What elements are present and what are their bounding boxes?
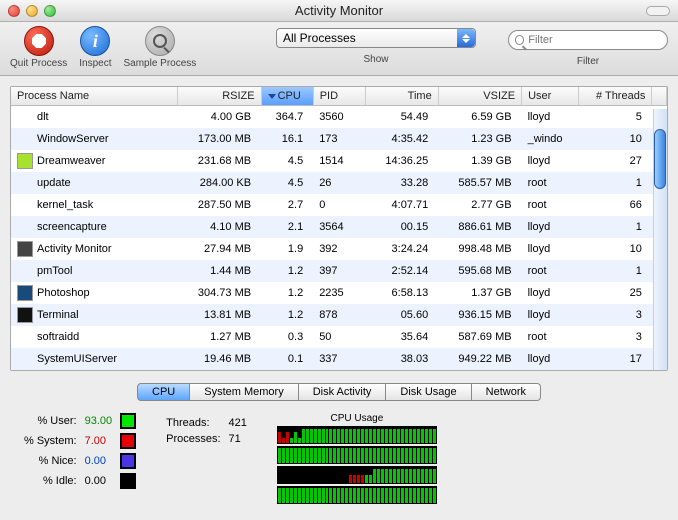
- cpu-core-graph-2: [277, 466, 437, 484]
- processes-value: 71: [229, 433, 247, 445]
- table-row[interactable]: Photoshop304.73 MB1.222356:58.131.37 GBl…: [11, 282, 667, 304]
- threads-value: 421: [229, 417, 247, 429]
- col-process-name[interactable]: Process Name: [11, 87, 178, 106]
- table-row[interactable]: softraidd1.27 MB0.35035.64587.69 MBroot3: [11, 326, 667, 348]
- nice-color-swatch: [120, 453, 136, 469]
- col-time[interactable]: Time: [365, 87, 438, 106]
- process-icon: [17, 109, 33, 125]
- system-color-swatch: [120, 433, 136, 449]
- process-filter-value: All Processes: [283, 31, 356, 45]
- process-table: Process Name RSIZE CPU PID Time VSIZE Us…: [10, 86, 668, 371]
- vertical-scrollbar[interactable]: [653, 109, 667, 370]
- col-threads[interactable]: # Threads: [579, 87, 652, 106]
- idle-color-swatch: [120, 473, 136, 489]
- table-row[interactable]: pmTool1.44 MB1.23972:52.14595.68 MBroot1: [11, 260, 667, 282]
- process-filter-select[interactable]: All Processes: [276, 28, 476, 48]
- tab-system-memory[interactable]: System Memory: [190, 383, 298, 401]
- sample-process-label: Sample Process: [124, 58, 197, 69]
- processes-label: Processes:: [166, 433, 220, 445]
- col-pid[interactable]: PID: [313, 87, 365, 106]
- zoom-icon[interactable]: [44, 5, 56, 17]
- table-row[interactable]: Activity Monitor27.94 MB1.93923:24.24998…: [11, 238, 667, 260]
- select-arrows-icon: [457, 29, 475, 47]
- process-icon: [17, 219, 33, 235]
- inspect-label: Inspect: [79, 58, 111, 69]
- process-icon: [17, 241, 33, 257]
- search-input[interactable]: [528, 34, 661, 46]
- quit-process-label: Quit Process: [10, 58, 67, 69]
- search-icon: [515, 35, 524, 45]
- filter-section-label: Filter: [577, 56, 599, 67]
- quit-process-button[interactable]: Quit Process: [10, 26, 67, 69]
- minimize-icon[interactable]: [26, 5, 38, 17]
- window-titlebar: Activity Monitor: [0, 0, 678, 22]
- tab-disk-usage[interactable]: Disk Usage: [386, 383, 471, 401]
- tab-disk-activity[interactable]: Disk Activity: [299, 383, 387, 401]
- bottom-tabs: CPUSystem MemoryDisk ActivityDisk UsageN…: [0, 383, 678, 401]
- process-icon: [17, 263, 33, 279]
- table-row[interactable]: update284.00 KB4.52633.28585.57 MBroot1: [11, 172, 667, 194]
- table-row[interactable]: screencapture4.10 MB2.1356400.15886.61 M…: [11, 216, 667, 238]
- col-vsize[interactable]: VSIZE: [438, 87, 521, 106]
- process-icon: [17, 351, 33, 367]
- process-icon: [17, 197, 33, 213]
- cpu-core-graph-3: [277, 486, 437, 504]
- process-icon: [17, 153, 33, 169]
- process-icon: [17, 307, 33, 323]
- col-user[interactable]: User: [522, 87, 579, 106]
- process-icon: [17, 131, 33, 147]
- scrollbar-thumb[interactable]: [654, 129, 666, 189]
- cpu-core-graph-0: [277, 426, 437, 444]
- toolbar: Quit Process i Inspect Sample Process Al…: [0, 22, 678, 76]
- nice-pct-label: % Nice:: [24, 455, 77, 467]
- user-color-swatch: [120, 413, 136, 429]
- user-pct-label: % User:: [24, 415, 77, 427]
- scrollbar-header: [652, 87, 667, 106]
- sample-icon: [145, 26, 175, 56]
- inspect-button[interactable]: i Inspect: [79, 26, 111, 69]
- col-rsize[interactable]: RSIZE: [178, 87, 261, 106]
- idle-pct-value: 0.00: [85, 475, 113, 487]
- sort-desc-icon: [268, 94, 276, 99]
- system-pct-value: 7.00: [85, 435, 113, 447]
- show-section-label: Show: [363, 54, 388, 65]
- process-icon: [17, 175, 33, 191]
- table-row[interactable]: SystemUIServer19.46 MB0.133738.03949.22 …: [11, 348, 667, 370]
- search-field[interactable]: [508, 30, 668, 50]
- table-row[interactable]: Terminal13.81 MB1.287805.60936.15 MBlloy…: [11, 304, 667, 326]
- cpu-usage-label: CPU Usage: [277, 413, 437, 424]
- table-row[interactable]: WindowServer173.00 MB16.11734:35.421.23 …: [11, 128, 667, 150]
- threads-label: Threads:: [166, 417, 220, 429]
- close-icon[interactable]: [8, 5, 20, 17]
- process-icon: [17, 285, 33, 301]
- nice-pct-value: 0.00: [85, 455, 113, 467]
- table-row[interactable]: kernel_task287.50 MB2.704:07.712.77 GBro…: [11, 194, 667, 216]
- user-pct-value: 93.00: [85, 415, 113, 427]
- tab-network[interactable]: Network: [472, 383, 541, 401]
- cpu-stats-pane: % User: 93.00 % System: 7.00 % Nice: 0.0…: [0, 409, 678, 514]
- traffic-lights: [8, 5, 56, 17]
- stop-icon: [24, 26, 54, 56]
- toolbar-toggle-pill[interactable]: [646, 6, 670, 16]
- idle-pct-label: % Idle:: [24, 475, 77, 487]
- window-title: Activity Monitor: [0, 3, 678, 18]
- cpu-core-graph-1: [277, 446, 437, 464]
- sample-process-button[interactable]: Sample Process: [124, 26, 197, 69]
- info-icon: i: [80, 26, 110, 56]
- tab-cpu[interactable]: CPU: [137, 383, 190, 401]
- system-pct-label: % System:: [24, 435, 77, 447]
- table-row[interactable]: dlt4.00 GB364.7356054.496.59 GBlloyd5: [11, 106, 667, 129]
- process-icon: [17, 329, 33, 345]
- col-cpu[interactable]: CPU: [261, 87, 313, 106]
- table-row[interactable]: Dreamweaver231.68 MB4.5151414:36.251.39 …: [11, 150, 667, 172]
- table-header-row: Process Name RSIZE CPU PID Time VSIZE Us…: [11, 87, 667, 106]
